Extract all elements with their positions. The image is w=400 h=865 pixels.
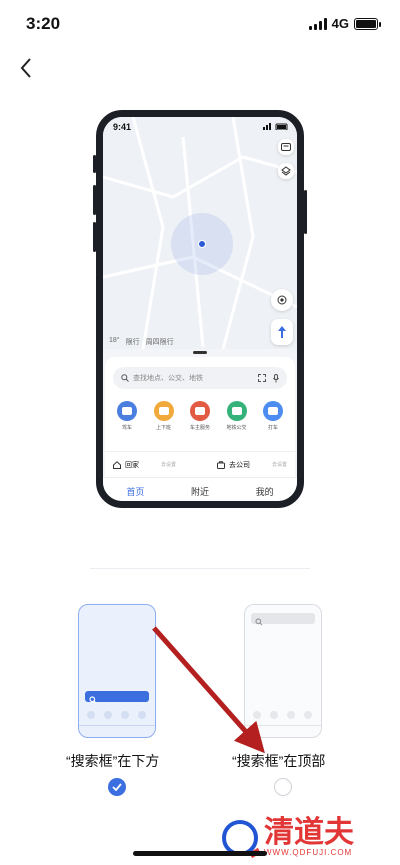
briefcase-icon (216, 460, 225, 469)
service-item: 打车 (257, 401, 289, 431)
signal-icon (308, 17, 327, 30)
weather-traffic: 限行 (125, 339, 140, 346)
current-location-dot (198, 240, 206, 248)
map-area: 9:41 18° 限行 周四限行 (103, 117, 297, 349)
phone-power-button (304, 190, 307, 234)
home-indicator (133, 851, 267, 856)
layout-preview-phone: 9:41 18° 限行 周四限行 查找地点、公交、地铁 驾车 上下班 车主服务 … (96, 110, 304, 508)
service-item: 车主服务 (184, 401, 216, 431)
search-placeholder: 查找地点、公交、地铁 (133, 375, 203, 382)
service-icon (190, 401, 210, 421)
checkmark-icon (112, 783, 122, 791)
status-indicators: 4G (308, 16, 381, 31)
weather-temp: 18° (109, 337, 120, 344)
service-grid: 驾车 上下班 车主服务 地铁公交 打车 (111, 401, 289, 431)
watermark-text: 清道夫 (264, 815, 354, 850)
scan-icon (258, 373, 266, 382)
home-shortcut: 回家 去设置 (113, 460, 176, 470)
thumbnail-search-bar (251, 613, 315, 626)
service-icon (226, 401, 247, 421)
back-button[interactable] (10, 52, 42, 84)
network-label: 4G (331, 16, 349, 31)
preview-status-icons (263, 123, 289, 132)
option-search-top-label[interactable]: “搜索框”在顶部 (232, 751, 325, 771)
search-icon (89, 696, 97, 704)
locate-icon (271, 289, 293, 311)
battery-icon (354, 17, 381, 30)
service-item: 驾车 (111, 401, 143, 431)
option-search-bottom-label[interactable]: “搜索框”在下方 (66, 751, 159, 771)
service-icon (263, 401, 283, 421)
service-item: 地铁公交 (221, 401, 253, 431)
search-icon (121, 374, 129, 382)
preview-search-box: 查找地点、公交、地铁 (113, 367, 287, 389)
option-search-bottom-thumbnail[interactable] (78, 604, 156, 738)
status-time: 3:20 (26, 14, 61, 33)
service-item: 上下班 (148, 401, 180, 431)
weather-extra: 周四限行 (145, 339, 174, 346)
screen: 3:20 4G 9:41 18° 限行 周四限行 查找地点、公交、地铁 驾车 上… (0, 0, 400, 865)
work-shortcut: 去公司 去设置 (216, 460, 287, 470)
service-icon (117, 401, 137, 421)
thumbnail-icon-row (87, 711, 146, 719)
weather-bar: 18° 限行 周四限行 (109, 337, 174, 347)
watermark-url: WWW.QDFUJI.COM (264, 848, 353, 857)
message-icon (278, 139, 294, 155)
thumbnail-icon-row (253, 711, 312, 719)
layers-icon (278, 163, 294, 179)
chevron-left-icon (20, 58, 31, 78)
preview-time: 9:41 (113, 122, 132, 132)
preview-tab-nearby: 附近 (190, 487, 209, 497)
option-search-top-radio[interactable] (274, 778, 292, 796)
route-icon (271, 319, 293, 345)
section-divider (90, 568, 310, 569)
microphone-icon (273, 373, 279, 382)
preview-tab-home: 首页 (126, 487, 145, 497)
preview-tab-mine: 我的 (255, 487, 274, 497)
thumbnail-search-bar (85, 691, 149, 704)
sheet-handle (193, 351, 207, 354)
option-search-top-thumbnail[interactable] (244, 604, 322, 738)
home-work-bar: 回家 去设置 去公司 去设置 (105, 451, 295, 477)
home-icon (113, 460, 121, 469)
service-icon (153, 401, 174, 421)
search-icon (255, 618, 263, 626)
option-search-bottom-radio[interactable] (108, 778, 126, 796)
preview-tab-bar: 首页 附近 我的 (103, 477, 297, 501)
